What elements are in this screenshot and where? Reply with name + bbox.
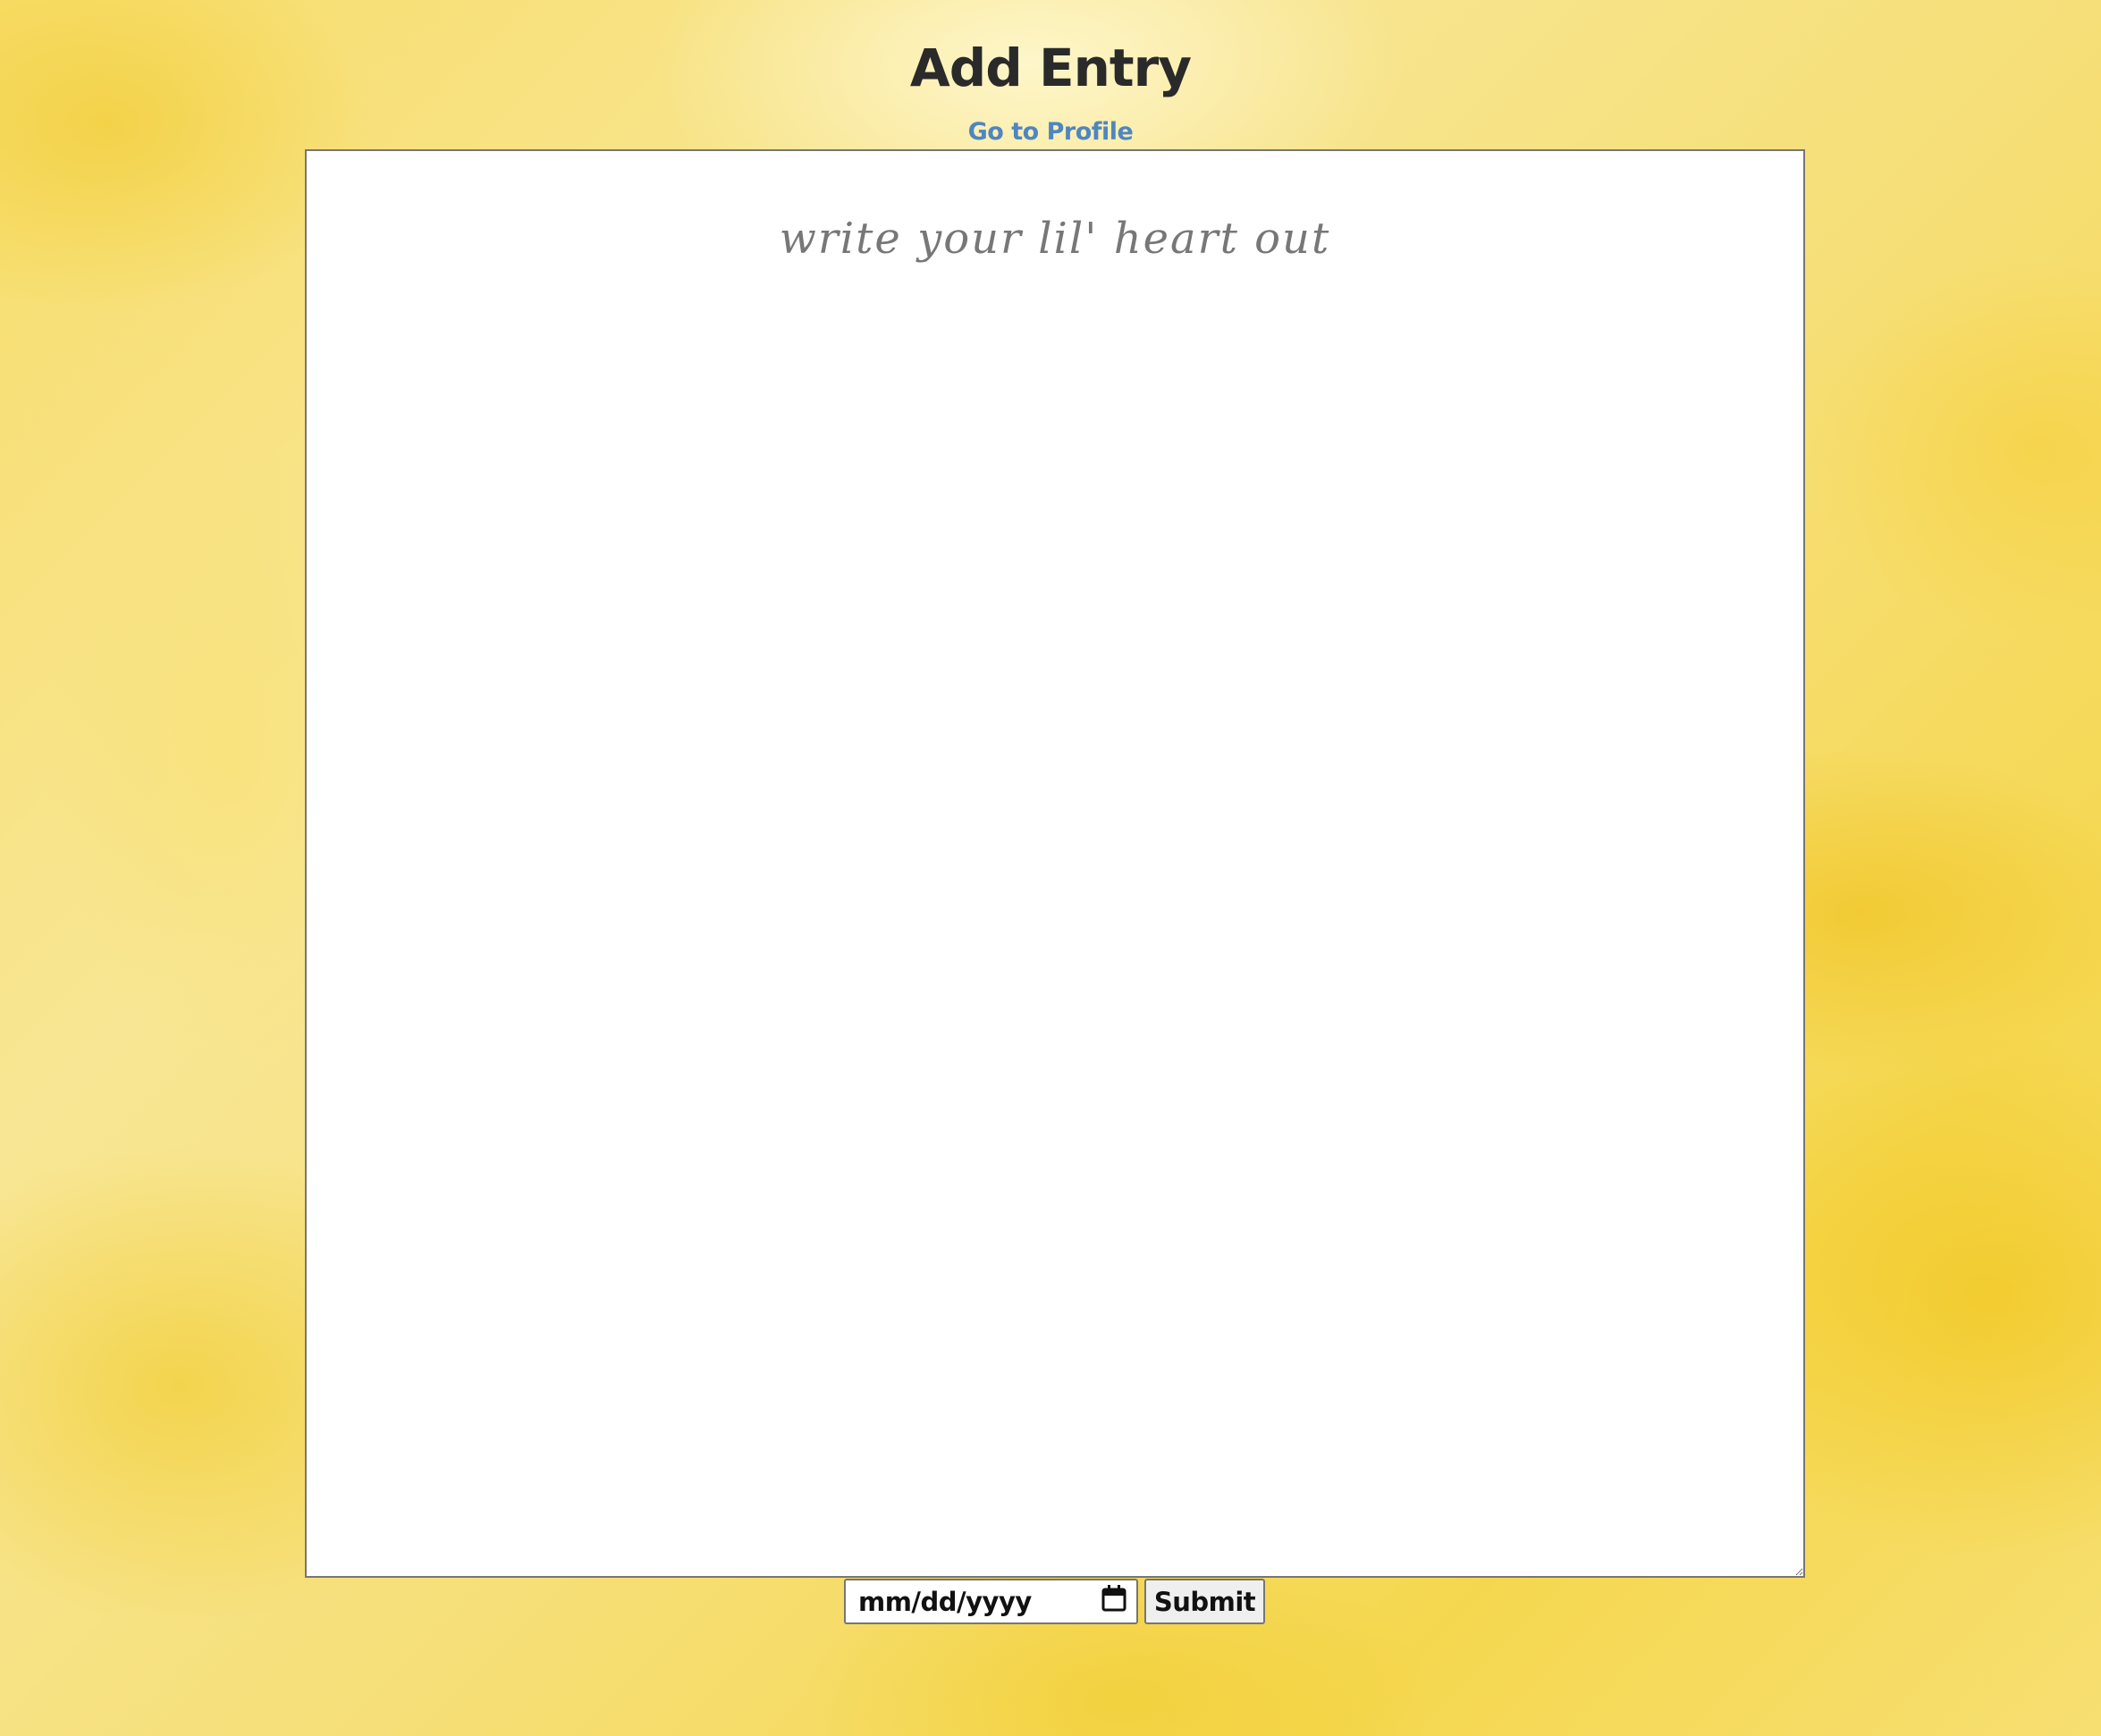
calendar-icon[interactable] — [1101, 1584, 1127, 1613]
page-title: Add Entry — [909, 38, 1192, 98]
date-input[interactable]: mm/dd/yyyy — [844, 1579, 1138, 1624]
submit-button[interactable]: Submit — [1144, 1579, 1265, 1624]
go-to-profile-link[interactable]: Go to Profile — [968, 118, 1134, 146]
date-input-placeholder: mm/dd/yyyy — [858, 1586, 1032, 1617]
profile-link-container: Go to Profile — [0, 114, 2101, 153]
entry-textarea[interactable] — [305, 149, 1805, 1578]
